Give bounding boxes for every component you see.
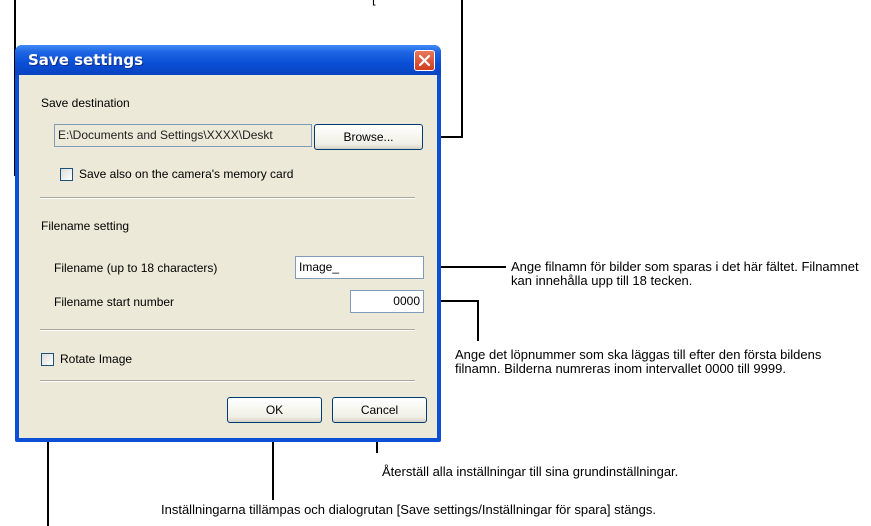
filename-input[interactable]: Image_ [295,256,424,279]
cancel-button[interactable]: Cancel [332,397,427,423]
filename-annotation: Ange filnamn för bilder som sparas i det… [511,259,859,288]
filename-label: Filename (up to 18 characters) [54,261,218,275]
dialog-title: Save settings [28,51,144,69]
save-settings-dialog: Save settings Save destination E:\Docume… [15,45,441,442]
separator-3 [40,380,415,382]
filename-setting-label: Filename setting [41,219,130,233]
start-number-label: Filename start number [54,295,175,309]
callout-line-startnum-v [477,300,479,341]
separator-2 [40,329,415,331]
save-destination-label: Save destination [41,96,130,110]
rotate-image-label: Rotate Image [60,352,133,366]
save-on-card-label: Save also on the camera's memory card [79,167,294,181]
close-icon [419,55,430,66]
ok-button[interactable]: OK [227,397,322,423]
rotate-image-checkbox[interactable] [41,353,54,366]
save-path-field[interactable]: E:\Documents and Settings\XXXX\Deskt [54,124,312,147]
cancel-annotation: Återställ alla inställningar till sina g… [382,464,679,479]
start-number-annotation: Ange det löpnummer som ska läggas till e… [455,347,822,376]
start-number-input[interactable]: 0000 [350,290,424,313]
ok-annotation: Inställningarna tillämpas och dialogruta… [161,502,657,517]
callout-line-browse-v [461,0,463,138]
dialog-titlebar: Save settings [15,45,441,75]
close-button[interactable] [414,50,435,71]
browse-button[interactable]: Browse... [314,124,423,150]
save-on-card-checkbox[interactable] [60,168,73,181]
dialog-body: Save destination E:\Documents and Settin… [19,75,437,438]
separator-1 [40,197,415,199]
